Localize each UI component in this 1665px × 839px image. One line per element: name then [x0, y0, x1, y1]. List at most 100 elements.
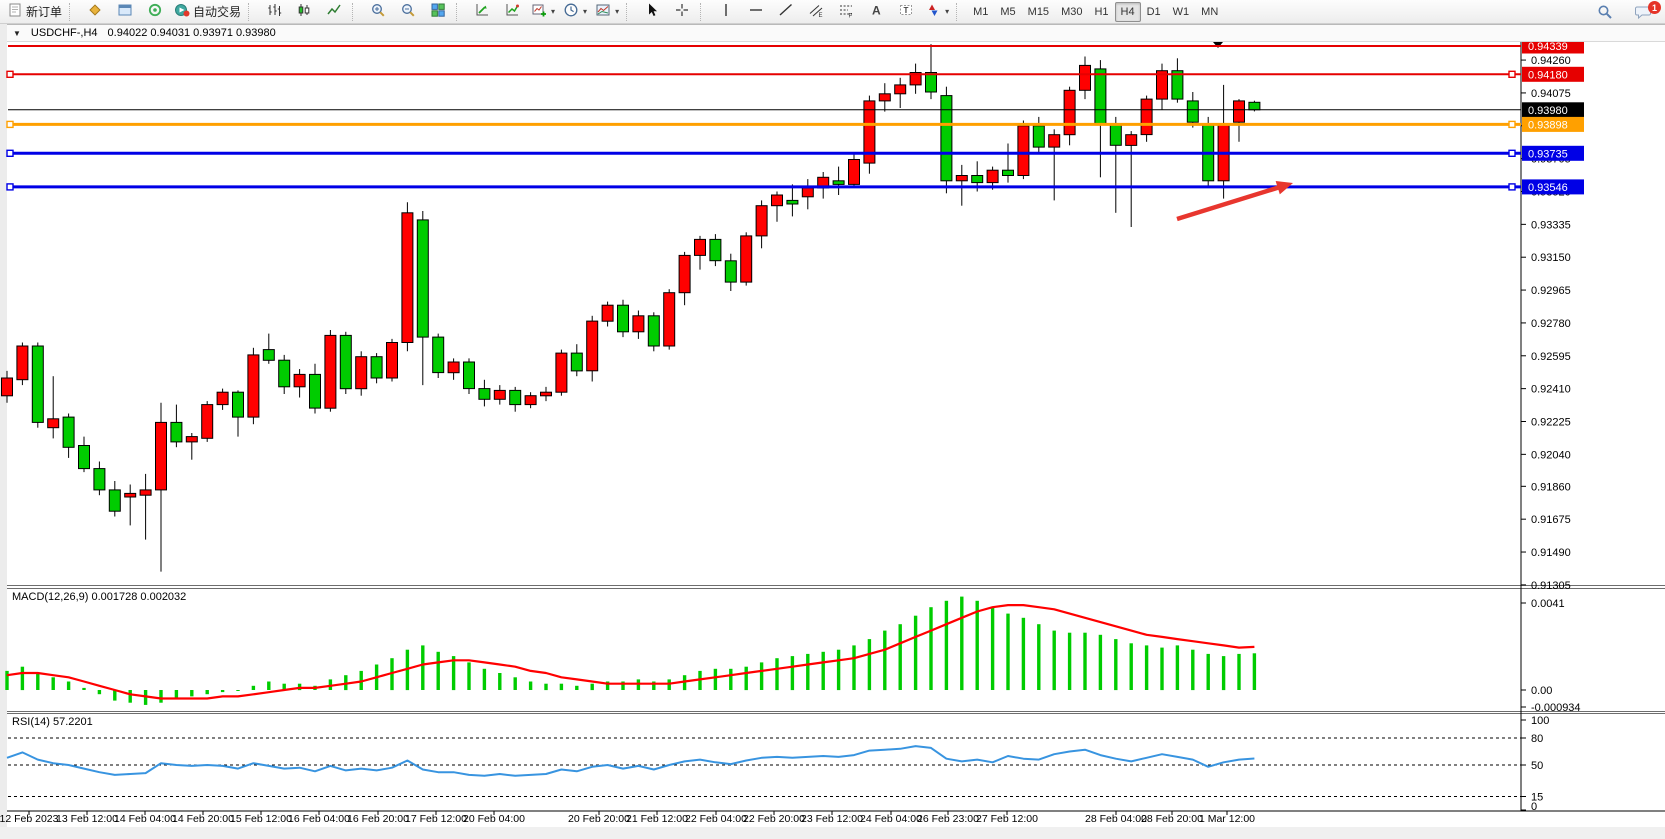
fibo-icon: F: [838, 2, 854, 21]
autotrade-icon: [174, 2, 190, 21]
arrows-button[interactable]: ▾: [921, 1, 953, 23]
zoom-out-button[interactable]: [393, 1, 423, 23]
timeframe-h1[interactable]: H1: [1088, 2, 1114, 22]
arrows-icon: [925, 2, 941, 21]
svg-text:1 Mar 12:00: 1 Mar 12:00: [1199, 813, 1255, 825]
svg-text:50: 50: [1531, 760, 1543, 772]
clock-icon: [563, 2, 579, 21]
market-watch-button[interactable]: [80, 1, 110, 23]
timeframe-m15[interactable]: M15: [1022, 2, 1055, 22]
fibonacci-button[interactable]: F: [831, 1, 861, 23]
autotrade-button[interactable]: 自动交易: [170, 1, 245, 23]
toolbar-separator: [956, 3, 963, 21]
main-toolbar: 新订单 自动交易 ▾ ▾ ▾ E F A T ▾ M1M5M15M30H1H4D1W1MN: [0, 0, 1665, 24]
notification-badge: 1: [1648, 1, 1661, 14]
toolbar-separator: [69, 3, 76, 21]
svg-text:A: A: [872, 4, 881, 18]
svg-text:23 Feb 12:00: 23 Feb 12:00: [801, 813, 863, 825]
timeframe-m5[interactable]: M5: [994, 2, 1021, 22]
svg-text:0.92225: 0.92225: [1531, 417, 1571, 429]
label-icon: T: [898, 2, 914, 21]
line-chart-button[interactable]: [319, 1, 349, 23]
zoom-in-icon: [370, 2, 386, 21]
dropdown-arrow-icon: ▾: [583, 7, 587, 16]
toolbar-right-icons: 1: [1589, 1, 1659, 25]
svg-text:0.00: 0.00: [1531, 685, 1552, 697]
hline-button[interactable]: [741, 1, 771, 23]
bar-chart-button[interactable]: [259, 1, 289, 23]
toolbar-separator: [352, 3, 359, 21]
search-button[interactable]: [1589, 1, 1621, 25]
new-order-button[interactable]: 新订单: [3, 1, 66, 23]
svg-text:-0.000934: -0.000934: [1531, 702, 1581, 714]
data-window-button[interactable]: [110, 1, 140, 23]
zoom-out-icon: [400, 2, 416, 21]
label-button[interactable]: T: [891, 1, 921, 23]
svg-text:26 Feb 23:00: 26 Feb 23:00: [917, 813, 979, 825]
notifications-button[interactable]: 1: [1627, 1, 1659, 25]
svg-text:27 Feb 12:00: 27 Feb 12:00: [976, 813, 1038, 825]
signals-button[interactable]: [140, 1, 170, 23]
svg-text:28 Feb 04:00: 28 Feb 04:00: [1085, 813, 1147, 825]
timeframe-m30[interactable]: M30: [1055, 2, 1088, 22]
chart-ohlc-values: 0.94022 0.94031 0.93971 0.93980: [108, 27, 276, 39]
timeframe-w1[interactable]: W1: [1167, 2, 1196, 22]
trendline-button[interactable]: [771, 1, 801, 23]
crosshair-icon: [674, 2, 690, 21]
chart-title-bar: ▼ USDCHF-,H4 0.94022 0.94031 0.93971 0.9…: [7, 24, 1665, 42]
timeframe-mn[interactable]: MN: [1195, 2, 1224, 22]
collapse-triangle-icon[interactable]: ▼: [13, 29, 21, 38]
candle-chart-button[interactable]: [289, 1, 319, 23]
periods-button[interactable]: ▾: [559, 1, 591, 23]
strategy-tester-button[interactable]: [467, 1, 497, 23]
timeframe-m1[interactable]: M1: [967, 2, 994, 22]
timeframe-d1[interactable]: D1: [1141, 2, 1167, 22]
svg-text:20 Feb 04:00: 20 Feb 04:00: [463, 813, 525, 825]
autotrade-button-label: 自动交易: [193, 3, 241, 20]
svg-text:13 Feb 12:00: 13 Feb 12:00: [56, 813, 118, 825]
svg-text:0.93735: 0.93735: [1528, 148, 1568, 160]
svg-text:16 Feb 04:00: 16 Feb 04:00: [288, 813, 350, 825]
svg-text:80: 80: [1531, 733, 1543, 745]
template-icon: [595, 2, 611, 21]
window-icon: [117, 2, 133, 21]
svg-text:16 Feb 20:00: 16 Feb 20:00: [347, 813, 409, 825]
svg-text:15 Feb 12:00: 15 Feb 12:00: [230, 813, 292, 825]
channel-icon: E: [808, 2, 824, 21]
cursor-icon: [644, 2, 660, 21]
rsi-header: RSI(14) 57.2201: [12, 716, 93, 728]
channel-button[interactable]: E: [801, 1, 831, 23]
svg-text:0.94180: 0.94180: [1528, 69, 1568, 81]
svg-text:0.92780: 0.92780: [1531, 318, 1571, 330]
zoom-in-button[interactable]: [363, 1, 393, 23]
text-button[interactable]: A: [861, 1, 891, 23]
cursor-button[interactable]: [637, 1, 667, 23]
chart-background: [0, 24, 1665, 839]
signal-icon: [147, 2, 163, 21]
svg-text:0.92040: 0.92040: [1531, 449, 1571, 461]
svg-text:E: E: [819, 13, 823, 18]
svg-text:0.91490: 0.91490: [1531, 547, 1571, 559]
text-icon: A: [868, 2, 884, 21]
new-order-button-label: 新订单: [26, 3, 62, 20]
svg-text:21 Feb 12:00: 21 Feb 12:00: [626, 813, 688, 825]
svg-text:0.93335: 0.93335: [1531, 219, 1571, 231]
line-chart-icon: [326, 2, 342, 21]
svg-text:20 Feb 20:00: 20 Feb 20:00: [568, 813, 630, 825]
timeframe-h4[interactable]: H4: [1115, 2, 1141, 22]
new-chart-button[interactable]: ▾: [527, 1, 559, 23]
candle-chart-icon: [296, 2, 312, 21]
toolbar-separator: [456, 3, 463, 21]
vline-button[interactable]: [711, 1, 741, 23]
svg-text:0.93150: 0.93150: [1531, 252, 1571, 264]
svg-text:28 Feb 20:00: 28 Feb 20:00: [1141, 813, 1203, 825]
new-chart-icon: [531, 2, 547, 21]
profile-icon: [474, 2, 490, 21]
chart-canvas[interactable]: 0.942600.940750.938900.937050.935200.933…: [0, 0, 1665, 839]
step-forward-button[interactable]: [497, 1, 527, 23]
svg-text:12 Feb 2023: 12 Feb 2023: [0, 813, 59, 825]
crosshair-button[interactable]: [667, 1, 697, 23]
dropdown-arrow-icon: ▾: [615, 7, 619, 16]
templates-button[interactable]: ▾: [591, 1, 623, 23]
tile-windows-button[interactable]: [423, 1, 453, 23]
